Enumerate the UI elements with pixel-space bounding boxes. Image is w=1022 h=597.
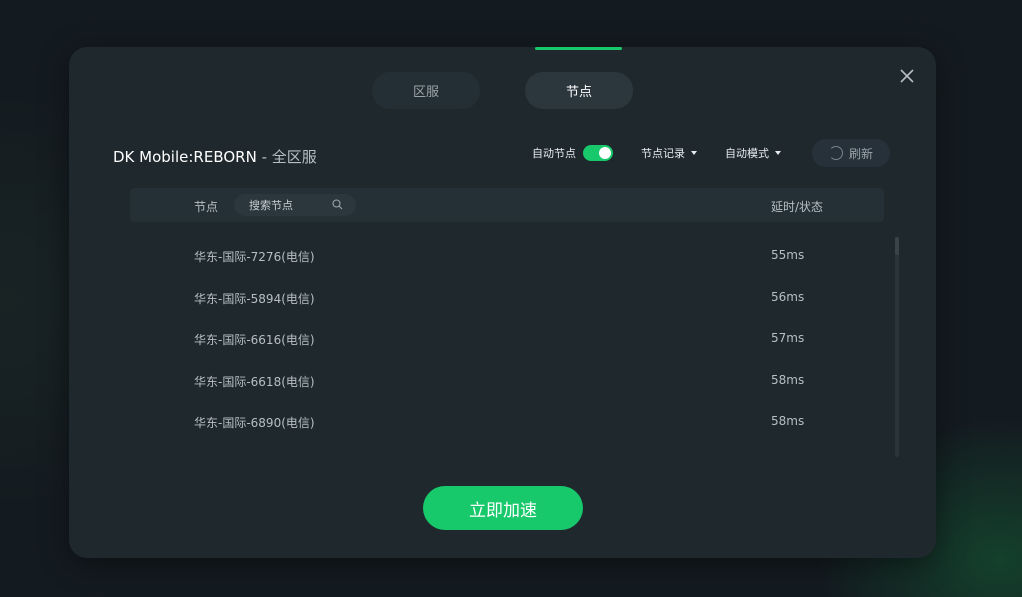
switch-knob	[599, 147, 611, 159]
tab-region-label: 区服	[412, 85, 439, 100]
node-name: 华东-国际-5894(电信)	[194, 291, 315, 306]
close-icon	[900, 69, 914, 83]
node-latency: 58ms	[771, 372, 805, 387]
refresh-button[interactable]: 刷新	[812, 139, 890, 167]
auto-node-switch[interactable]	[583, 145, 613, 161]
node-selection-dialog: 区服 节点 DK Mobile:REBORN - 全区服 自动节点 节点记录 自…	[69, 47, 936, 558]
auto-mode-label: 自动模式	[725, 147, 769, 160]
table-row[interactable]: 华东-国际-6618(电信) 58ms	[130, 359, 884, 401]
search-input[interactable]	[234, 194, 345, 216]
tab-node[interactable]: 节点	[525, 72, 633, 109]
tab-bar: 区服 节点	[372, 72, 634, 109]
node-list: 华东-国际-7276(电信) 55ms 华东-国际-5894(电信) 56ms …	[130, 234, 884, 442]
node-name: 华东-国际-6890(电信)	[194, 416, 315, 430]
node-history-label: 节点记录	[641, 147, 685, 160]
node-latency: 55ms	[771, 248, 805, 262]
node-history-dropdown[interactable]: 节点记录	[641, 145, 697, 161]
scrollbar-thumb[interactable]	[895, 237, 899, 255]
node-latency: 58ms	[771, 414, 805, 428]
table-row[interactable]: 华东-国际-6616(电信) 57ms	[130, 317, 884, 359]
refresh-label: 刷新	[848, 146, 873, 161]
close-button[interactable]	[898, 67, 916, 85]
node-name: 华东-国际-7276(电信)	[194, 250, 315, 264]
search-box	[234, 194, 356, 216]
column-header-node: 节点	[194, 200, 219, 214]
page-title: DK Mobile:REBORN - 全区服	[113, 146, 317, 167]
node-name: 华东-国际-6618(电信)	[194, 374, 315, 389]
title-separator: -	[256, 148, 272, 166]
auto-node-label: 自动节点	[532, 147, 576, 160]
table-row[interactable]: 华东-国际-6890(电信) 58ms	[130, 400, 884, 442]
server-name: 全区服	[271, 148, 317, 166]
node-latency: 57ms	[771, 331, 805, 345]
column-header-latency: 延时/状态	[771, 200, 824, 214]
table-row[interactable]: 华东-国际-5894(电信) 56ms	[130, 276, 884, 318]
search-icon[interactable]	[332, 199, 343, 210]
tab-region[interactable]: 区服	[372, 72, 480, 109]
node-latency: 56ms	[771, 289, 805, 304]
auto-mode-dropdown[interactable]: 自动模式	[725, 145, 781, 161]
accelerate-button[interactable]: 立即加速	[423, 486, 583, 530]
table-row[interactable]: 华东-国际-7276(电信) 55ms	[130, 234, 884, 276]
caret-down-icon	[691, 151, 697, 155]
scrollbar[interactable]	[895, 237, 899, 457]
top-accent-bar	[535, 47, 622, 50]
game-name: DK Mobile:REBORN	[113, 148, 257, 166]
refresh-spinner-icon	[828, 146, 843, 160]
node-name: 华东-国际-6616(电信)	[194, 333, 315, 347]
table-header: 节点 延时/状态	[130, 188, 884, 222]
node-controls: 自动节点 节点记录 自动模式 刷新	[532, 139, 890, 167]
tab-node-label: 节点	[565, 85, 592, 100]
caret-down-icon	[775, 151, 781, 155]
auto-node-toggle[interactable]: 自动节点	[532, 145, 613, 161]
